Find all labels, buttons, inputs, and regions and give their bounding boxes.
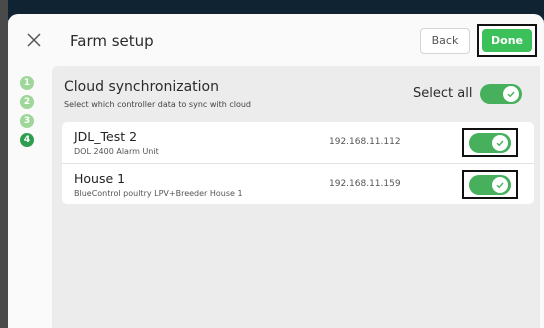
dialog-header: Farm setup Back Done (8, 14, 544, 66)
sync-toggle-highlight (462, 128, 518, 157)
step-3[interactable]: 3 (20, 114, 34, 128)
page-title: Farm setup (70, 32, 154, 50)
check-icon (496, 182, 504, 189)
sync-toggle[interactable] (469, 133, 511, 153)
controller-ip: 192.168.11.159 (329, 179, 401, 189)
controller-row: JDL_Test 2 DOL 2400 Alarm Unit 192.168.1… (62, 122, 534, 163)
toggle-knob (492, 177, 508, 193)
back-button[interactable]: Back (420, 28, 470, 54)
controller-name: House 1 (74, 171, 126, 186)
done-button[interactable]: Done (482, 29, 532, 52)
check-icon (496, 140, 504, 147)
select-all-label: Select all (413, 86, 473, 101)
step-indicator: 1 2 3 4 (20, 76, 40, 152)
panel-title: Cloud synchronization (64, 79, 219, 95)
panel-subtitle: Select which controller data to sync wit… (64, 100, 252, 109)
step-4[interactable]: 4 (20, 133, 34, 147)
farm-setup-dialog: Farm setup Back Done 1 2 3 4 Cloud synch… (8, 14, 544, 328)
close-icon (27, 33, 41, 47)
controller-row: House 1 BlueControl poultry LPV+Breeder … (62, 163, 534, 204)
cloud-sync-panel: Cloud synchronization Select which contr… (52, 66, 540, 328)
select-all-toggle[interactable] (480, 84, 522, 104)
toggle-knob (492, 135, 508, 151)
controller-description: BlueControl poultry LPV+Breeder House 1 (74, 189, 243, 198)
sync-toggle-highlight (462, 170, 518, 199)
done-button-highlight: Done (477, 24, 537, 57)
controller-name: JDL_Test 2 (74, 129, 138, 144)
sync-toggle[interactable] (469, 175, 511, 195)
step-1[interactable]: 1 (20, 76, 34, 90)
step-2[interactable]: 2 (20, 95, 34, 109)
left-edge-background (0, 0, 8, 328)
check-icon (507, 91, 515, 98)
controller-ip: 192.168.11.112 (329, 137, 401, 147)
controller-list: JDL_Test 2 DOL 2400 Alarm Unit 192.168.1… (62, 122, 534, 204)
toggle-knob (503, 86, 519, 102)
close-button[interactable] (24, 30, 44, 50)
controller-description: DOL 2400 Alarm Unit (74, 147, 159, 156)
